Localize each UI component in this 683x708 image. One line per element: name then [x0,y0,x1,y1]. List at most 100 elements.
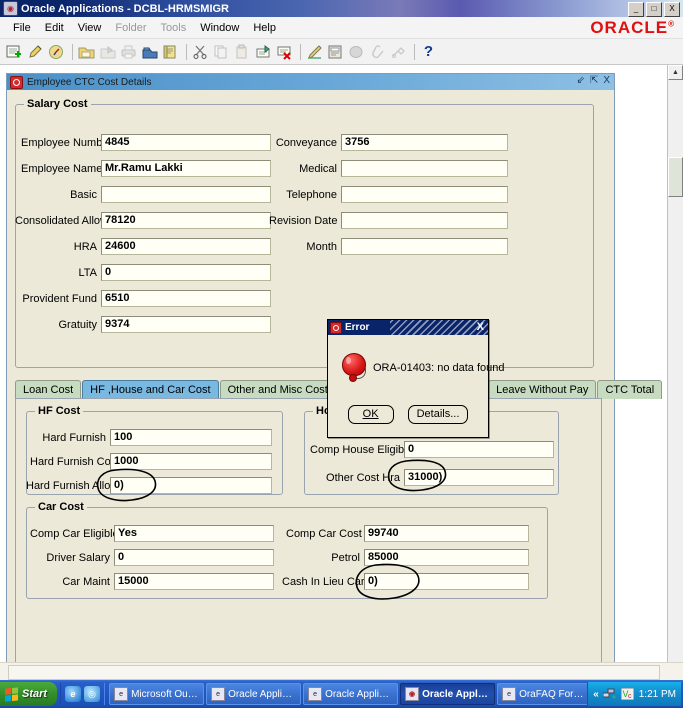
copy-icon[interactable] [212,42,231,61]
lta-input[interactable]: 0 [101,264,271,281]
show-navigator-icon[interactable] [47,42,66,61]
hard-furnish-input[interactable]: 100 [110,429,272,446]
close-button[interactable]: X [664,2,680,17]
car-cost-group-title: Car Cost [35,501,87,513]
field-provident-fund: Provident Fund 6510 [21,290,271,307]
car-maint-input[interactable]: 15000 [114,573,274,590]
attachment-icon[interactable] [368,42,387,61]
hard-furnish-allow-input[interactable]: 0) [110,477,272,494]
find-icon[interactable] [26,42,45,61]
scroll-up-button[interactable]: ▲ [668,65,683,80]
field-hard-furnish-cost: Hard Furnish Cost 1000 [30,453,272,470]
conveyance-input[interactable]: 3756 [341,134,508,151]
status-message-field [8,665,660,680]
basic-input[interactable] [101,186,271,203]
employee-ctc-form-window: Employee CTC Cost Details ⇙ ⇱ X Salary C… [6,73,663,680]
error-dialog-title: Error [345,322,370,333]
screen-root: ◉ Oracle Applications - DCBL-HRMSMIGR _ … [0,0,683,708]
error-ok-button[interactable]: OK [347,405,394,424]
consolidated-allow-input[interactable]: 78120 [101,212,271,229]
employee-name-input[interactable]: Mr.Ramu Lakki [101,160,271,177]
employee-number-input[interactable]: 4845 [101,134,271,151]
task-oracle-applications-1[interactable]: e Oracle Applicati... [206,683,302,705]
windows-flag-icon [5,686,18,702]
cash-in-lieu-car-input[interactable]: 0) [364,573,529,590]
clear-record-icon[interactable] [140,42,159,61]
maximize-button[interactable]: □ [646,2,662,17]
menu-tools: Tools [160,21,187,34]
tab-hf-house-and-car-cost[interactable]: HF ,House and Car Cost [82,380,219,399]
gratuity-input[interactable]: 9374 [101,316,271,333]
hard-furnish-cost-input[interactable]: 1000 [110,453,272,470]
window-buttons: _ □ X [628,2,680,17]
error-details-button[interactable]: Details... [407,405,469,424]
field-label: Conveyance [275,136,337,149]
network-icon[interactable] [603,687,617,701]
menu-window[interactable]: Window [193,20,246,36]
print-icon[interactable] [119,42,138,61]
task-microsoft-outlook[interactable]: e Microsoft Outloo... [109,683,205,705]
alarm-bell-icon [340,353,368,383]
folder-tools-icon[interactable] [389,42,408,61]
driver-salary-input[interactable]: 0 [114,549,274,566]
medical-input[interactable] [341,160,508,177]
other-cost-hra-input[interactable]: 31000) [404,469,554,486]
duplicate-record-icon[interactable] [254,42,273,61]
form-close-button[interactable]: X [603,75,610,86]
next-step-icon[interactable] [98,42,117,61]
scrollbar-thumb[interactable] [668,157,683,197]
menu-view[interactable]: View [71,20,109,36]
start-button[interactable]: Start [0,682,58,706]
error-dialog: Error X ORA-01403: no data found OK Deta… [327,319,504,438]
tab-ctc-total[interactable]: CTC Total [597,380,663,399]
new-record-icon[interactable] [5,42,24,61]
form-restore-button[interactable]: ⇙ [577,75,585,86]
task-label: OraFAQ Forum -... [519,688,588,700]
menu-help[interactable]: Help [246,20,283,36]
comp-car-cost-input[interactable]: 99740 [364,525,529,542]
menu-edit[interactable]: Edit [38,20,71,36]
tab-loan-cost[interactable]: Loan Cost [15,380,82,399]
list-of-values-icon[interactable] [326,42,345,61]
provident-fund-input[interactable]: 6510 [101,290,271,307]
form-maximize-button[interactable]: ⇱ [590,75,598,86]
edit-pencil-icon[interactable] [305,42,324,61]
attach-note-icon[interactable] [161,42,180,61]
comp-car-eligible-input[interactable]: Yes [114,525,274,542]
task-oracle-applications-active[interactable]: ◉ Oracle Applica... [400,683,496,705]
volume-icon[interactable]: Vc [621,687,635,701]
quick-launch-bar: e ◎ [60,683,106,705]
start-label: Start [22,688,48,700]
error-dialog-close-icon[interactable]: X [477,321,484,334]
minimize-button[interactable]: _ [628,2,644,17]
browser-icon[interactable]: ◎ [84,686,101,702]
task-oracle-applications-2[interactable]: e Oracle Applicati... [303,683,399,705]
field-label: Telephone [286,188,337,201]
task-orafaq-forum[interactable]: e OraFAQ Forum -... [497,683,588,705]
internet-explorer-icon[interactable]: e [65,686,82,702]
tab-leave-without-pay[interactable]: Leave Without Pay [488,380,597,399]
cut-icon[interactable] [191,42,210,61]
field-label: Cash In Lieu Car [282,575,365,588]
month-input[interactable] [341,238,508,255]
telephone-input[interactable] [341,186,508,203]
taskbar-clock[interactable]: 1:21 PM [639,689,676,700]
paste-icon[interactable] [233,42,252,61]
hra-input[interactable]: 24600 [101,238,271,255]
menu-file[interactable]: File [6,20,38,36]
vertical-scrollbar[interactable]: ▲ ▼ [667,65,683,680]
help-icon[interactable]: ? [419,42,438,61]
window-titlebar: ◉ Oracle Applications - DCBL-HRMSMIGR _ … [0,0,683,17]
window-help-icon[interactable] [347,42,366,61]
save-icon[interactable] [77,42,96,61]
field-gratuity: Gratuity 9374 [21,316,271,333]
petrol-input[interactable]: 85000 [364,549,529,566]
tray-expand-icon[interactable]: « [593,689,599,700]
delete-record-icon[interactable] [275,42,294,61]
tab-other-and-misc-cost[interactable]: Other and Misc Cost [219,380,336,399]
field-hra: HRA 24600 [21,238,271,255]
revision-date-input[interactable] [341,212,508,229]
comp-house-eligible-input[interactable]: 0 [404,441,554,458]
toolbar-separator-2 [186,43,187,60]
svg-text:c: c [628,693,632,700]
